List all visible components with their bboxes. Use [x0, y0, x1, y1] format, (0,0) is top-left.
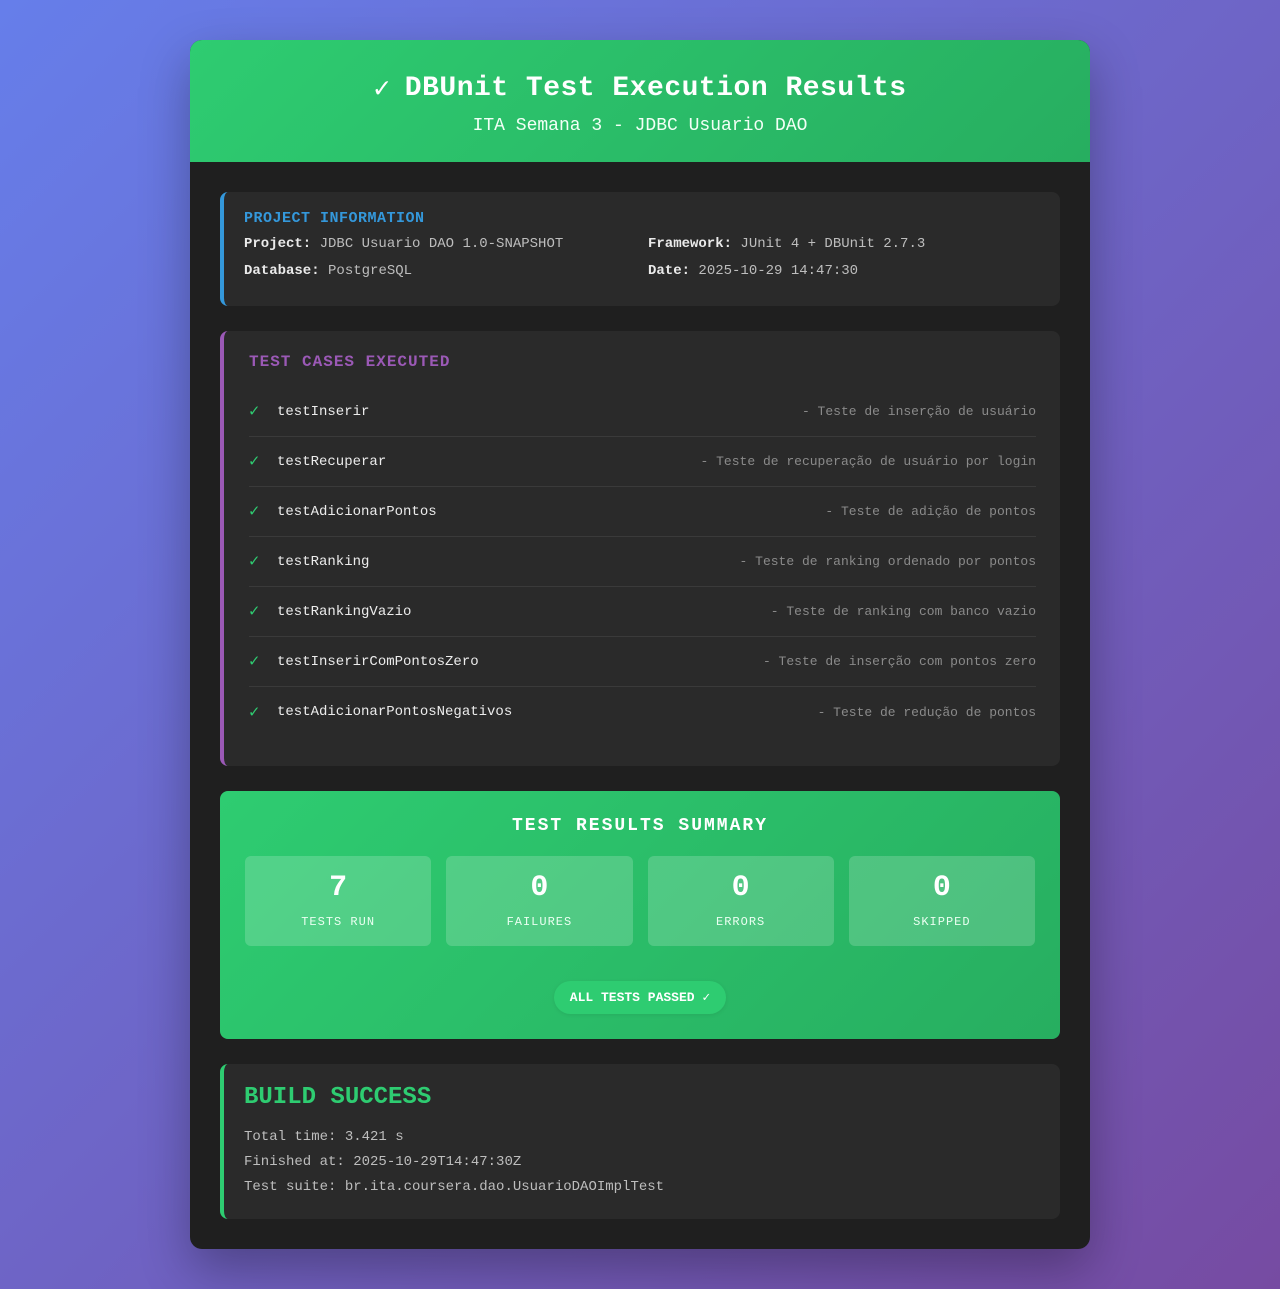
test-results-summary-panel: TEST RESULTS SUMMARY 7 TESTS RUN 0 FAILU… [220, 791, 1060, 1039]
test-case-description: - Teste de ranking ordenado por pontos [739, 554, 1036, 569]
test-case-description: - Teste de redução de pontos [817, 704, 1036, 720]
page-title-text: DBUnit Test Execution Results [404, 73, 907, 104]
stat-label: SKIPPED [913, 915, 971, 929]
check-icon: ✓ [249, 553, 260, 572]
results-card: ✓ DBUnit Test Execution Results ITA Sema… [190, 40, 1090, 1249]
test-case-description: - Teste de inserção de usuário [801, 404, 1036, 419]
stat-tests-run: 7 TESTS RUN [245, 856, 432, 946]
check-icon: ✓ [249, 603, 260, 622]
test-case-row: ✓ testRankingVazio - Teste de ranking co… [249, 587, 1036, 637]
page-title: ✓ DBUnit Test Execution Results [190, 71, 1090, 106]
stat-value: 7 [329, 871, 348, 905]
test-case-description: - Teste de inserção com pontos zero [762, 654, 1036, 669]
test-case-row: ✓ testRanking - Teste de ranking ordenad… [249, 537, 1036, 587]
test-case-row: ✓ testAdicionarPontosNegativos - Teste d… [249, 687, 1036, 737]
check-icon: ✓ [373, 75, 391, 106]
stat-value: 0 [932, 871, 951, 905]
test-cases-panel: TEST CASES EXECUTED ✓ testInserir - Test… [220, 331, 1060, 766]
project-information-panel: PROJECT INFORMATION Project: JDBC Usuari… [220, 192, 1060, 306]
stat-errors: 0 ERRORS [647, 856, 834, 946]
database-value: PostgreSQL [328, 263, 413, 279]
summary-stats: 7 TESTS RUN 0 FAILURES 0 ERRORS 0 SKIPPE… [245, 856, 1035, 946]
test-case-name: testAdicionarPontos [277, 503, 437, 520]
build-finished-at: Finished at: 2025-10-29T14:47:30Z [244, 1154, 522, 1170]
stat-value: 0 [530, 871, 549, 905]
stat-skipped: 0 SKIPPED [848, 856, 1035, 946]
summary-heading: TEST RESULTS SUMMARY [511, 816, 769, 836]
page-subtitle: ITA Semana 3 - JDBC Usuario DAO [472, 116, 808, 136]
test-case-description: - Teste de adição de pontos [825, 504, 1036, 519]
project-field: Project: JDBC Usuario DAO 1.0-SNAPSHOT [244, 236, 648, 252]
all-tests-passed-badge: ALL TESTS PASSED ✓ [553, 981, 727, 1014]
database-label: Database: [244, 263, 320, 279]
stat-label: ERRORS [716, 915, 766, 929]
framework-field: Framework: JUnit 4 + DBUnit 2.7.3 [648, 236, 1040, 252]
header-banner: ✓ DBUnit Test Execution Results ITA Sema… [190, 40, 1090, 162]
test-cases-heading: TEST CASES EXECUTED [249, 353, 451, 371]
framework-label: Framework: [648, 236, 733, 252]
test-case-name: testAdicionarPontosNegativos [277, 704, 513, 720]
build-status-heading: BUILD SUCCESS [244, 1084, 432, 1111]
build-test-suite: Test suite: br.ita.coursera.dao.UsuarioD… [244, 1179, 665, 1195]
test-case-name: testInserir [277, 403, 370, 420]
stat-value: 0 [731, 871, 750, 905]
date-label: Date: [648, 263, 691, 279]
project-value: JDBC Usuario DAO 1.0-SNAPSHOT [319, 236, 564, 252]
test-case-name: testRankingVazio [277, 603, 412, 620]
build-total-time: Total time: 3.421 s [244, 1129, 404, 1145]
stat-label: FAILURES [506, 915, 573, 929]
project-label: Project: [244, 236, 312, 252]
test-case-list: ✓ testInserir - Teste de inserção de usu… [249, 387, 1036, 737]
framework-value: JUnit 4 + DBUnit 2.7.3 [740, 236, 926, 252]
test-case-row: ✓ testInserirComPontosZero - Teste de in… [249, 637, 1036, 687]
check-icon: ✓ [249, 453, 260, 472]
date-value: 2025-10-29 14:47:30 [698, 263, 859, 279]
test-case-row: ✓ testAdicionarPontos - Teste de adição … [249, 487, 1036, 537]
build-status-panel: BUILD SUCCESS Total time: 3.421 s Finish… [220, 1064, 1060, 1219]
stat-failures: 0 FAILURES [446, 856, 633, 946]
test-case-name: testInserirComPontosZero [277, 653, 479, 670]
test-case-name: testRanking [277, 553, 370, 570]
date-field: Date: 2025-10-29 14:47:30 [648, 263, 1040, 279]
test-case-description: - Teste de recuperação de usuário por lo… [700, 454, 1036, 469]
test-case-row: ✓ testInserir - Teste de inserção de usu… [249, 387, 1036, 437]
check-icon: ✓ [249, 503, 260, 522]
check-icon: ✓ [249, 403, 260, 422]
test-case-description: - Teste de ranking com banco vazio [770, 604, 1036, 619]
database-field: Database: PostgreSQL [244, 263, 648, 279]
test-case-name: testRecuperar [277, 453, 387, 470]
project-information-heading: PROJECT INFORMATION [244, 210, 425, 227]
check-icon: ✓ [249, 703, 260, 723]
check-icon: ✓ [249, 653, 260, 672]
stat-label: TESTS RUN [301, 915, 376, 929]
test-case-row: ✓ testRecuperar - Teste de recuperação d… [249, 437, 1036, 487]
